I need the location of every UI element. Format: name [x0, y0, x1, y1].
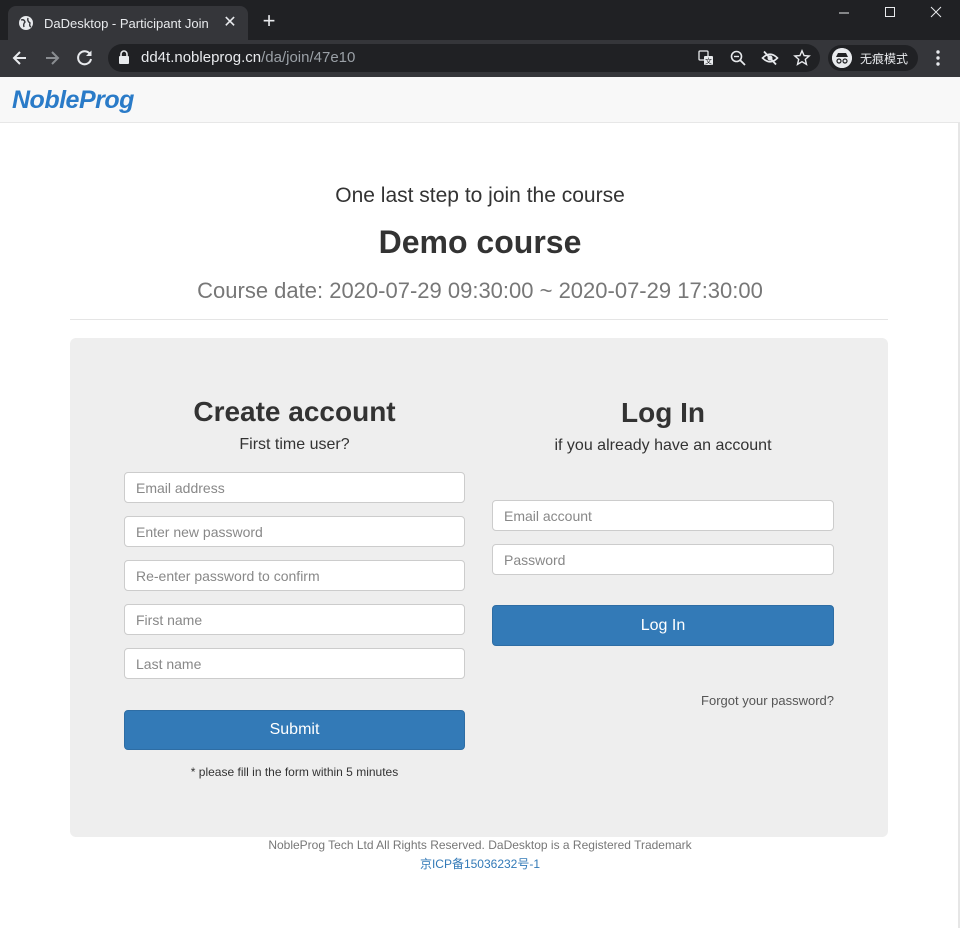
divider [70, 319, 888, 320]
incognito-label: 无痕模式 [860, 51, 909, 66]
maximize-icon[interactable] [880, 4, 900, 20]
submit-button[interactable]: Submit [124, 710, 465, 750]
forward-icon[interactable] [42, 48, 62, 68]
login-button[interactable]: Log In [492, 605, 834, 646]
incognito-icon [832, 48, 852, 68]
course-date: Course date: 2020-07-29 09:30:00 ~ 2020-… [197, 278, 763, 303]
browser-tab[interactable]: DaDesktop - Participant Join ✕ [8, 6, 248, 40]
translate-icon[interactable]: 文 [697, 49, 715, 67]
back-icon[interactable] [10, 48, 30, 68]
create-account-title: Create account [193, 396, 396, 427]
menu-icon[interactable] [930, 48, 946, 68]
last-name-field[interactable] [124, 648, 465, 679]
close-window-icon[interactable] [926, 4, 946, 20]
form-time-note: * please fill in the form within 5 minut… [190, 765, 399, 779]
login-email-field[interactable] [492, 500, 834, 531]
nobleprog-logo[interactable]: NobleProg [12, 86, 134, 115]
register-confirm-password-field[interactable] [124, 560, 465, 591]
footer-icp-link[interactable]: 京ICP备15036232号-1 [0, 855, 960, 872]
incognito-indicator[interactable]: 无痕模式 [828, 45, 918, 71]
course-title: Demo course [378, 224, 582, 260]
register-email-field[interactable] [124, 472, 465, 503]
globe-icon [19, 16, 33, 30]
step-text: One last step to join the course [335, 184, 625, 207]
reload-icon[interactable] [75, 48, 95, 68]
login-password-field[interactable] [492, 544, 834, 575]
tab-title: DaDesktop - Participant Join [44, 15, 209, 31]
lock-icon [119, 50, 129, 64]
svg-text:文: 文 [705, 57, 712, 66]
first-name-field[interactable] [124, 604, 465, 635]
minimize-icon[interactable] [834, 4, 854, 20]
browser-tab-bar: DaDesktop - Participant Join ✕ + [0, 0, 960, 40]
url-path: /da/join/47e10 [261, 49, 356, 66]
address-url[interactable]: dd4t.nobleprog.cn/da/join/47e10 [141, 49, 355, 66]
star-icon[interactable] [793, 49, 811, 67]
create-account-subtitle: First time user? [239, 436, 350, 453]
url-host: dd4t.nobleprog.cn [141, 49, 262, 66]
site-header: NobleProg [0, 77, 960, 123]
login-title: Log In [621, 397, 705, 428]
login-subtitle: if you already have an account [554, 437, 772, 454]
new-tab-button[interactable]: + [258, 10, 280, 32]
forgot-password-link[interactable]: Forgot your password? [492, 693, 834, 708]
eye-off-icon[interactable] [761, 49, 779, 67]
footer-copyright: NobleProg Tech Ltd All Rights Reserved. … [268, 838, 692, 852]
zoom-icon[interactable] [729, 49, 747, 67]
register-password-field[interactable] [124, 516, 465, 547]
tab-close-icon[interactable]: ✕ [222, 15, 238, 31]
